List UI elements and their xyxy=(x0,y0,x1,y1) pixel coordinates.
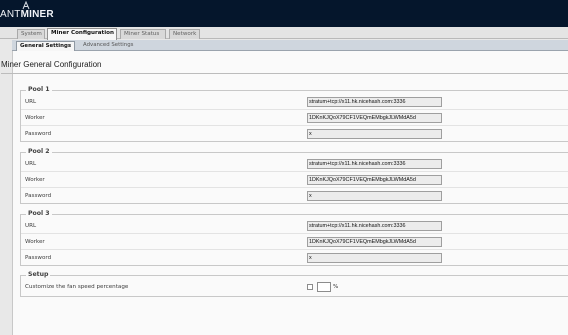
pool-2-worker-input[interactable]: 1DKnKJQoX79CF1VEQmEMbgkJLWMdA5d xyxy=(307,175,442,185)
tab-miner-status[interactable]: Miner Status xyxy=(120,29,166,39)
pool-2-password-label: Password xyxy=(25,193,52,199)
page-title: Miner General Configuration xyxy=(1,60,102,69)
pool-1-password-input[interactable]: x xyxy=(307,129,442,139)
pool-3-url-input[interactable]: stratum+tcp://x11.hk.nicehash.com:3336 xyxy=(307,221,442,231)
pool-1-password-row: Password x xyxy=(21,126,568,142)
tab-miner-configuration[interactable]: Miner Configuration xyxy=(47,28,117,40)
pool-3-password-row: Password x xyxy=(21,250,568,266)
pool-2-legend: Pool 2 xyxy=(26,148,52,155)
pool-2-url-label: URL xyxy=(25,161,37,167)
tab-system[interactable]: System xyxy=(17,29,45,39)
tab-network[interactable]: Network xyxy=(169,29,200,39)
pool-1-legend: Pool 1 xyxy=(26,86,52,93)
pool-3-url-row: URL stratum+tcp://x11.hk.nicehash.com:33… xyxy=(21,218,568,234)
title-divider xyxy=(1,73,568,74)
pool-2-url-row: URL stratum+tcp://x11.hk.nicehash.com:33… xyxy=(21,156,568,172)
pool-3-password-input[interactable]: x xyxy=(307,253,442,263)
app-header: ANTMINER xyxy=(0,0,568,27)
pool-1-url-row: URL stratum+tcp://x11.hk.nicehash.com:33… xyxy=(21,94,568,110)
pool-2-password-input[interactable]: x xyxy=(307,191,442,201)
fan-speed-label: Customize the fan speed percentage xyxy=(25,284,129,290)
fan-speed-input[interactable] xyxy=(317,282,331,292)
pool-1-worker-label: Worker xyxy=(25,115,45,121)
pool-2-worker-row: Worker 1DKnKJQoX79CF1VEQmEMbgkJLWMdA5d xyxy=(21,172,568,188)
brand-logo: ANTMINER xyxy=(0,9,54,20)
subtab-general-settings[interactable]: General Settings xyxy=(16,41,75,51)
brand-prefix: ANT xyxy=(0,9,21,20)
brand-suffix: MINER xyxy=(20,9,54,20)
setup-section: Setup Customize the fan speed percentage… xyxy=(20,271,568,297)
pool-3-worker-row: Worker 1DKnKJQoX79CF1VEQmEMbgkJLWMdA5d xyxy=(21,234,568,250)
main-tab-bar: System Miner Configuration Miner Status … xyxy=(0,27,568,40)
pool-3-worker-label: Worker xyxy=(25,239,45,245)
pool-3-section: Pool 3 URL stratum+tcp://x11.hk.nicehash… xyxy=(20,210,568,266)
subtab-advanced-settings[interactable]: Advanced Settings xyxy=(80,41,140,51)
fan-speed-unit: % xyxy=(333,284,339,290)
pool-1-worker-input[interactable]: 1DKnKJQoX79CF1VEQmEMbgkJLWMdA5d xyxy=(307,113,442,123)
pool-1-url-input[interactable]: stratum+tcp://x11.hk.nicehash.com:3336 xyxy=(307,97,442,107)
fan-speed-row: Customize the fan speed percentage % xyxy=(21,279,568,295)
pool-1-worker-row: Worker 1DKnKJQoX79CF1VEQmEMbgkJLWMdA5d xyxy=(21,110,568,126)
pool-2-password-row: Password x xyxy=(21,188,568,204)
pool-3-url-label: URL xyxy=(25,223,37,229)
pool-1-url-label: URL xyxy=(25,99,37,105)
setup-legend: Setup xyxy=(26,271,51,278)
pool-3-worker-input[interactable]: 1DKnKJQoX79CF1VEQmEMbgkJLWMdA5d xyxy=(307,237,442,247)
fan-speed-checkbox[interactable] xyxy=(307,284,313,290)
pool-2-section: Pool 2 URL stratum+tcp://x11.hk.nicehash… xyxy=(20,148,568,204)
pool-2-worker-label: Worker xyxy=(25,177,45,183)
subtab-bar: General Settings Advanced Settings xyxy=(12,40,568,51)
pool-3-legend: Pool 3 xyxy=(26,210,52,217)
pool-1-section: Pool 1 URL stratum+tcp://x11.hk.nicehash… xyxy=(20,86,568,142)
configuration-panel: Miner General Configuration Pool 1 URL s… xyxy=(1,51,568,335)
pool-1-password-label: Password xyxy=(25,131,52,137)
pool-3-password-label: Password xyxy=(25,255,52,261)
pool-2-url-input[interactable]: stratum+tcp://x11.hk.nicehash.com:3336 xyxy=(307,159,442,169)
